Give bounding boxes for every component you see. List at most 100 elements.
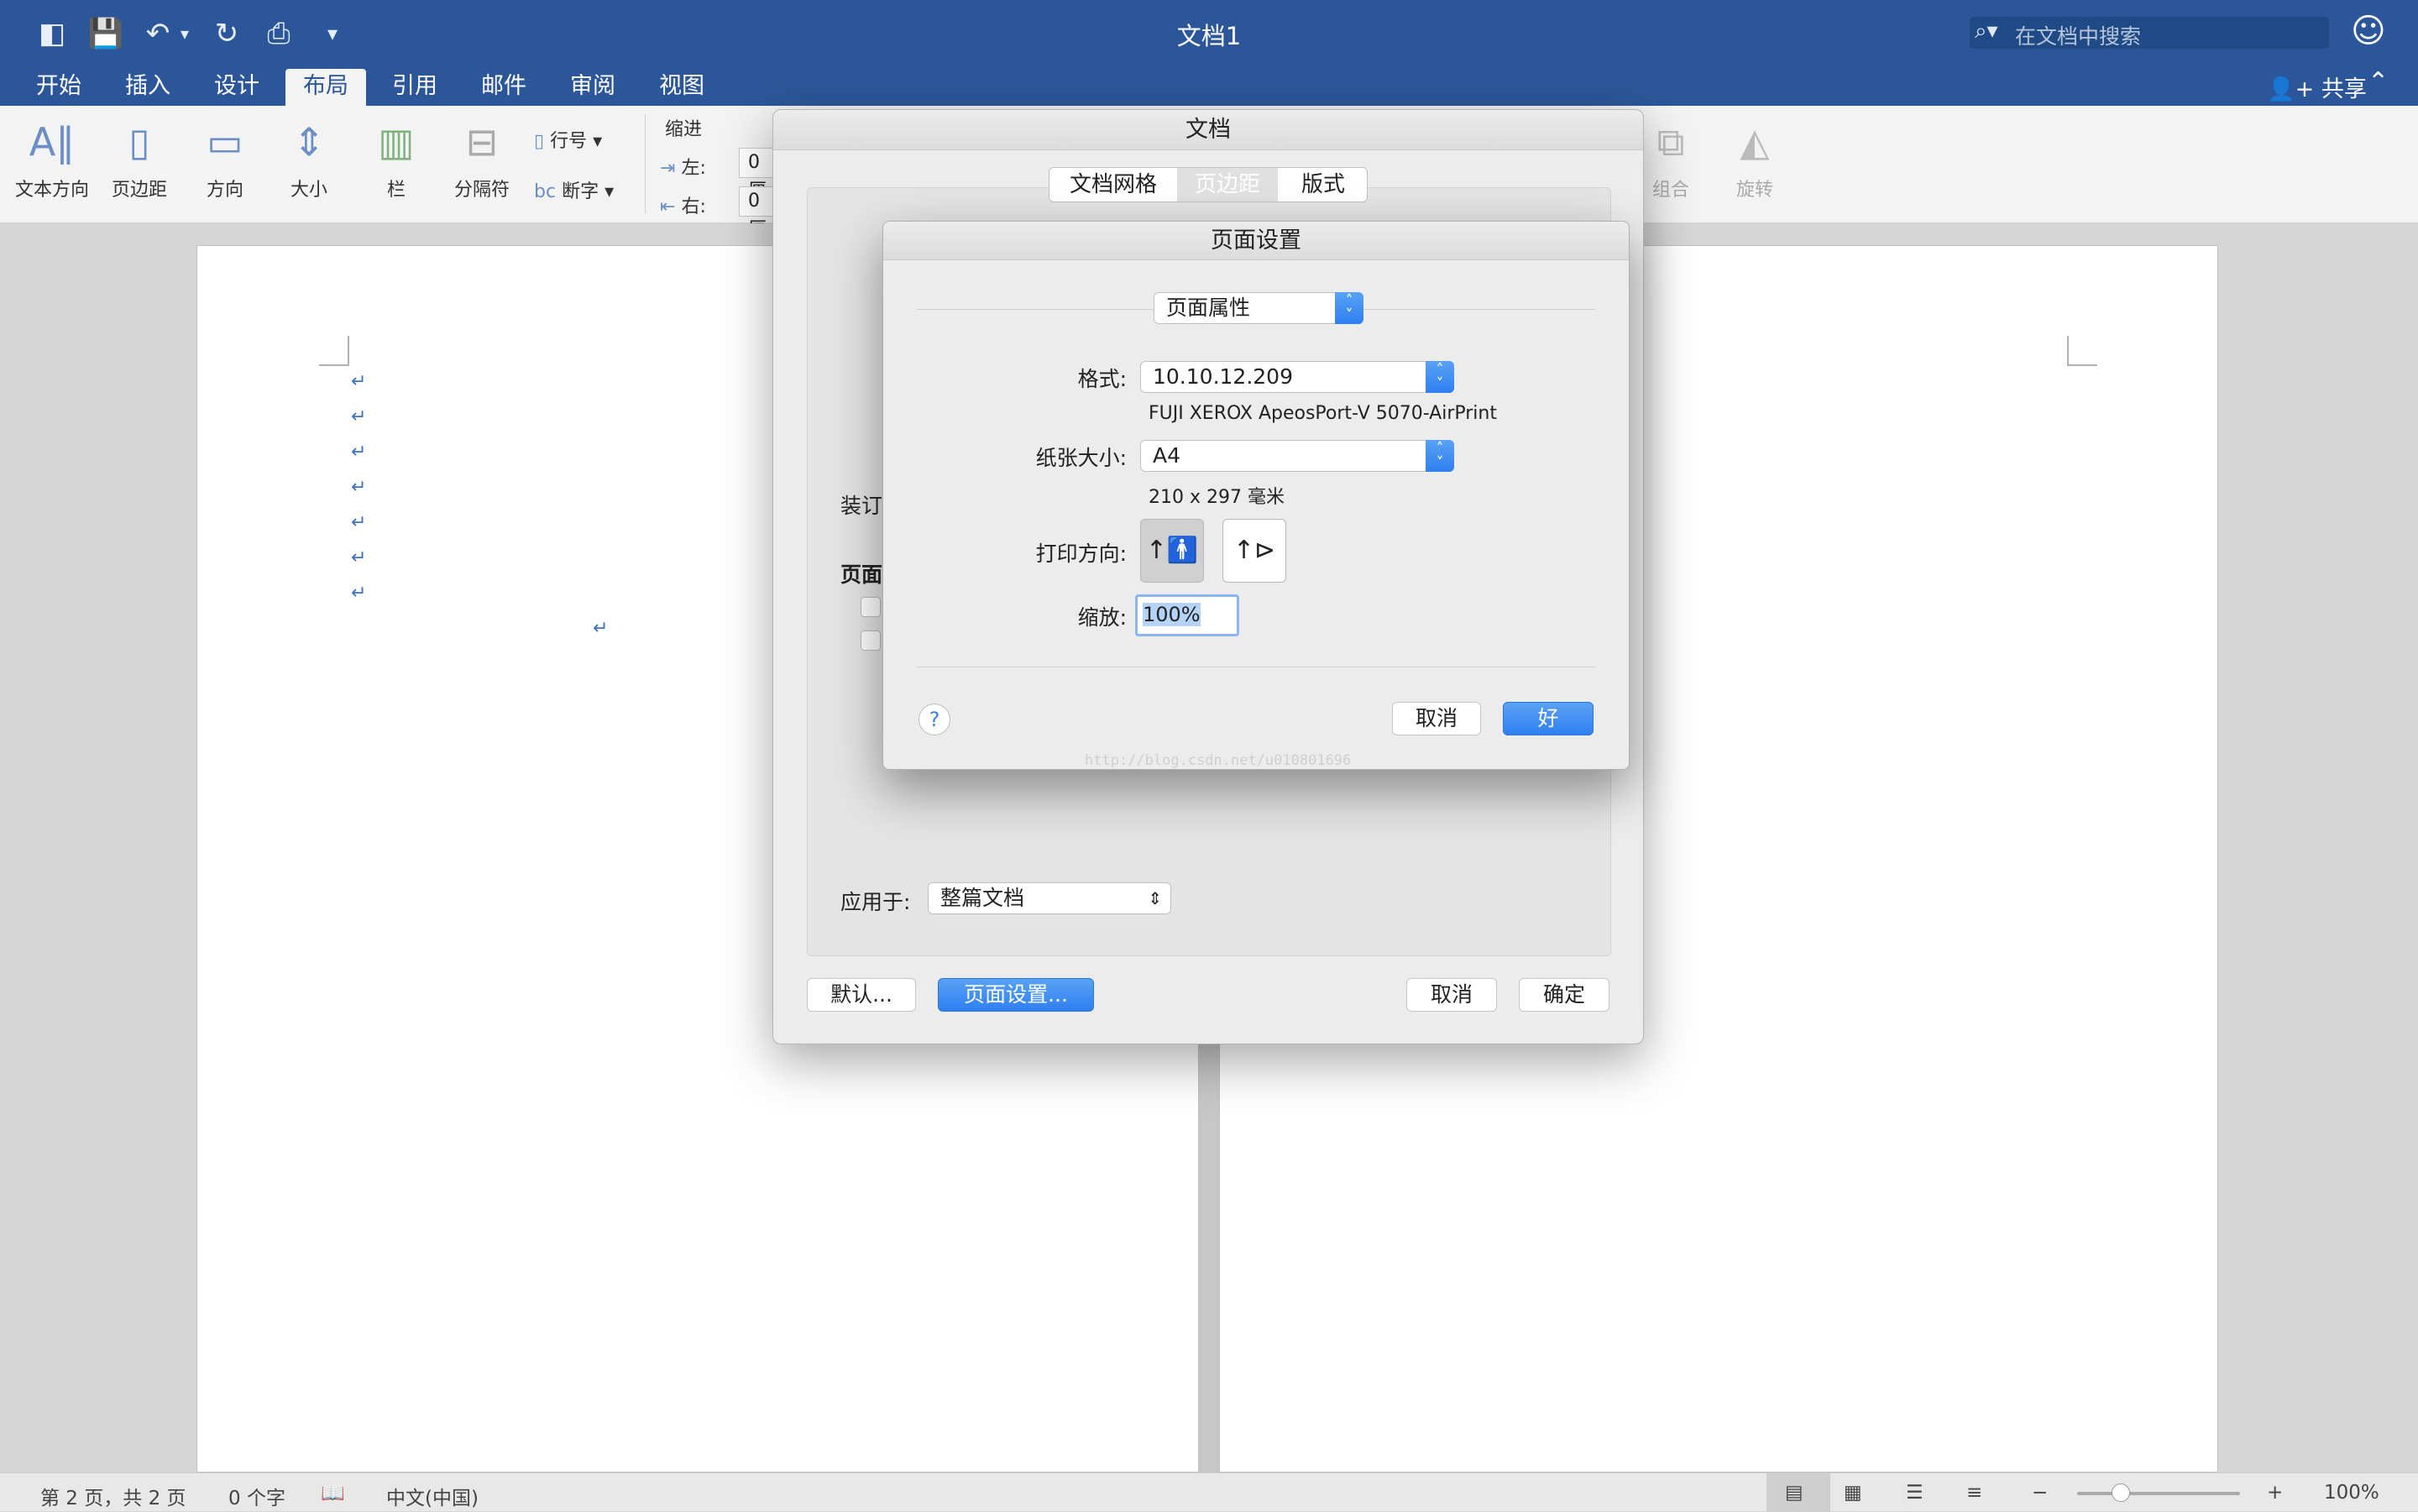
size-button[interactable]: ⇕ 大小 xyxy=(270,116,348,201)
paragraph-mark: ↵ xyxy=(351,477,367,498)
rotate-button[interactable]: ◭ 旋转 xyxy=(1713,116,1797,201)
draft-view-icon[interactable]: ≡ xyxy=(1966,1482,1982,1504)
help-button[interactable]: ? xyxy=(919,704,950,735)
option-checkbox[interactable] xyxy=(861,630,881,651)
breaks-button[interactable]: ⊟ 分隔符 xyxy=(443,116,521,201)
landscape-person-icon: ↑⊳ xyxy=(1233,536,1276,565)
page-setup-button[interactable]: 页面设置... xyxy=(938,978,1094,1012)
feedback-smiley-icon[interactable]: ☺ xyxy=(2351,12,2386,50)
page-setup-ok-button[interactable]: 好 xyxy=(1503,702,1594,735)
tab-mailings[interactable]: 邮件 xyxy=(470,69,537,106)
status-bar: 第 2 页，共 2 页 0 个字 📖 中文(中国) ▤ ▦ ☰ ≡ − + 10… xyxy=(0,1473,2418,1512)
proofing-icon[interactable]: 📖 xyxy=(321,1482,345,1504)
ribbon-divider xyxy=(645,114,646,213)
columns-button[interactable]: ▥ 栏 xyxy=(358,116,435,201)
tab-insert[interactable]: 插入 xyxy=(114,69,181,106)
landscape-orientation-button[interactable]: ↑⊳ xyxy=(1222,519,1286,583)
scale-value: 100% xyxy=(1143,603,1201,626)
orientation-label: 方向 xyxy=(206,180,243,201)
columns-icon: ▥ xyxy=(378,119,415,165)
columns-label: 栏 xyxy=(386,180,406,201)
tab-references[interactable]: 引用 xyxy=(381,69,448,106)
tab-review[interactable]: 审阅 xyxy=(559,69,626,106)
page-setup-cancel-button[interactable]: 取消 xyxy=(1392,702,1481,735)
scale-label: 缩放: xyxy=(1077,605,1127,630)
hyphenation-label: 断字 xyxy=(562,181,599,202)
web-layout-icon[interactable]: ▦ xyxy=(1844,1482,1862,1504)
tab-layout[interactable]: 布局 xyxy=(285,69,366,106)
indent-right-icon: ⇤ 右: xyxy=(660,196,706,217)
language-indicator[interactable]: 中文(中国) xyxy=(386,1482,479,1510)
confirm-button[interactable]: 确定 xyxy=(1519,978,1609,1012)
zoom-slider-track[interactable] xyxy=(2077,1492,2240,1495)
printer-name: FUJI XEROX ApeosPort-V 5070-AirPrint xyxy=(1149,403,1497,424)
watermark-text: http://blog.csdn.net/u010801696 xyxy=(1085,752,1352,769)
add-person-icon: 👤+ xyxy=(2267,76,2315,102)
paper-size-select[interactable]: A4 ˄ ˅ xyxy=(1140,440,1454,472)
paper-size-label: 纸张大小: xyxy=(1035,446,1127,470)
tab-design[interactable]: 设计 xyxy=(203,69,270,106)
paper-size-value: A4 xyxy=(1153,443,1181,468)
margins-button[interactable]: ▯ 页边距 xyxy=(101,116,178,201)
print-layout-icon[interactable]: ▤ xyxy=(1785,1482,1803,1504)
size-label: 大小 xyxy=(290,180,327,201)
cancel-button[interactable]: 取消 xyxy=(1406,978,1497,1012)
zoom-in-icon[interactable]: + xyxy=(2267,1482,2283,1504)
default-button[interactable]: 默认... xyxy=(807,978,916,1012)
hyphenation-icon: bc xyxy=(534,181,563,202)
format-select[interactable]: 10.10.12.209 ˄ ˅ xyxy=(1140,361,1454,393)
tab-margins[interactable]: 页边距 xyxy=(1177,168,1278,201)
document-dialog-title: 文档 xyxy=(773,110,1643,150)
paragraph-mark: ↵ xyxy=(351,547,367,568)
text-direction-icon: A‖ xyxy=(29,119,76,165)
portrait-orientation-button[interactable]: ↑🚹 xyxy=(1140,519,1204,583)
indent-left-label: 左: xyxy=(681,158,706,179)
chevron-updown-icon: ⇕ xyxy=(1148,888,1162,908)
line-numbers-icon: ▯ xyxy=(534,131,551,152)
paper-dimensions: 210 x 297 毫米 xyxy=(1149,487,1285,508)
hyphenation-button[interactable]: bc 断字 ▾ xyxy=(534,176,614,203)
apply-to-select[interactable]: 整篇文档 ⇕ xyxy=(928,882,1171,914)
rotate-label: 旋转 xyxy=(1735,180,1773,201)
paragraph-mark: ↵ xyxy=(351,512,367,533)
margins-icon: ▯ xyxy=(128,119,150,165)
line-numbers-label: 行号 xyxy=(550,131,588,152)
tab-document-grid[interactable]: 文档网格 xyxy=(1049,168,1177,201)
paragraph-mark: ↵ xyxy=(351,371,367,392)
orientation-button[interactable]: ▭ 方向 xyxy=(186,116,264,201)
format-value: 10.10.12.209 xyxy=(1153,364,1293,389)
paragraph-mark: ↵ xyxy=(593,618,609,639)
tab-layout-style[interactable]: 版式 xyxy=(1278,168,1367,201)
zoom-out-icon[interactable]: − xyxy=(2032,1482,2048,1504)
outline-view-icon[interactable]: ☰ xyxy=(1906,1482,1923,1504)
chevron-updown-icon: ˄ ˅ xyxy=(1426,361,1454,393)
breaks-label: 分隔符 xyxy=(453,180,510,201)
orientation-label: 打印方向: xyxy=(1035,541,1127,566)
settings-select[interactable]: 页面属性 ˄ ˅ xyxy=(1154,292,1363,324)
size-icon: ⇕ xyxy=(292,119,326,165)
zoom-level[interactable]: 100% xyxy=(2324,1482,2379,1504)
search-icon: ⌕▾ xyxy=(1975,18,1998,44)
line-numbers-button[interactable]: ▯ 行号 ▾ xyxy=(534,126,602,153)
collapse-ribbon-icon[interactable]: ⌃ xyxy=(2368,67,2389,97)
text-direction-label: 文本方向 xyxy=(14,180,89,201)
tab-home[interactable]: 开始 xyxy=(25,69,92,106)
page-setup-title: 页面设置 xyxy=(883,222,1629,260)
search-placeholder: 在文档中搜索 xyxy=(2015,24,2142,49)
option-checkbox[interactable] xyxy=(861,597,881,617)
gutter-label: 装订 xyxy=(840,494,883,518)
share-button[interactable]: 👤+ 共享 xyxy=(2267,71,2367,103)
apply-to-value: 整篇文档 xyxy=(940,886,1025,910)
portrait-person-icon: ↑🚹 xyxy=(1145,536,1199,565)
page-count[interactable]: 第 2 页，共 2 页 xyxy=(40,1482,186,1510)
tab-view[interactable]: 视图 xyxy=(648,69,715,106)
margins-label: 页边距 xyxy=(111,180,167,201)
text-direction-button[interactable]: A‖ 文本方向 xyxy=(13,116,91,201)
share-label: 共享 xyxy=(2321,76,2367,102)
word-count[interactable]: 0 个字 xyxy=(228,1482,285,1510)
margin-corner-mark xyxy=(319,336,349,366)
scale-input[interactable]: 100% xyxy=(1135,594,1239,636)
indent-label: 缩进 xyxy=(665,119,703,140)
rotate-icon: ◭ xyxy=(1740,119,1770,165)
zoom-slider-thumb[interactable] xyxy=(2112,1483,2131,1502)
